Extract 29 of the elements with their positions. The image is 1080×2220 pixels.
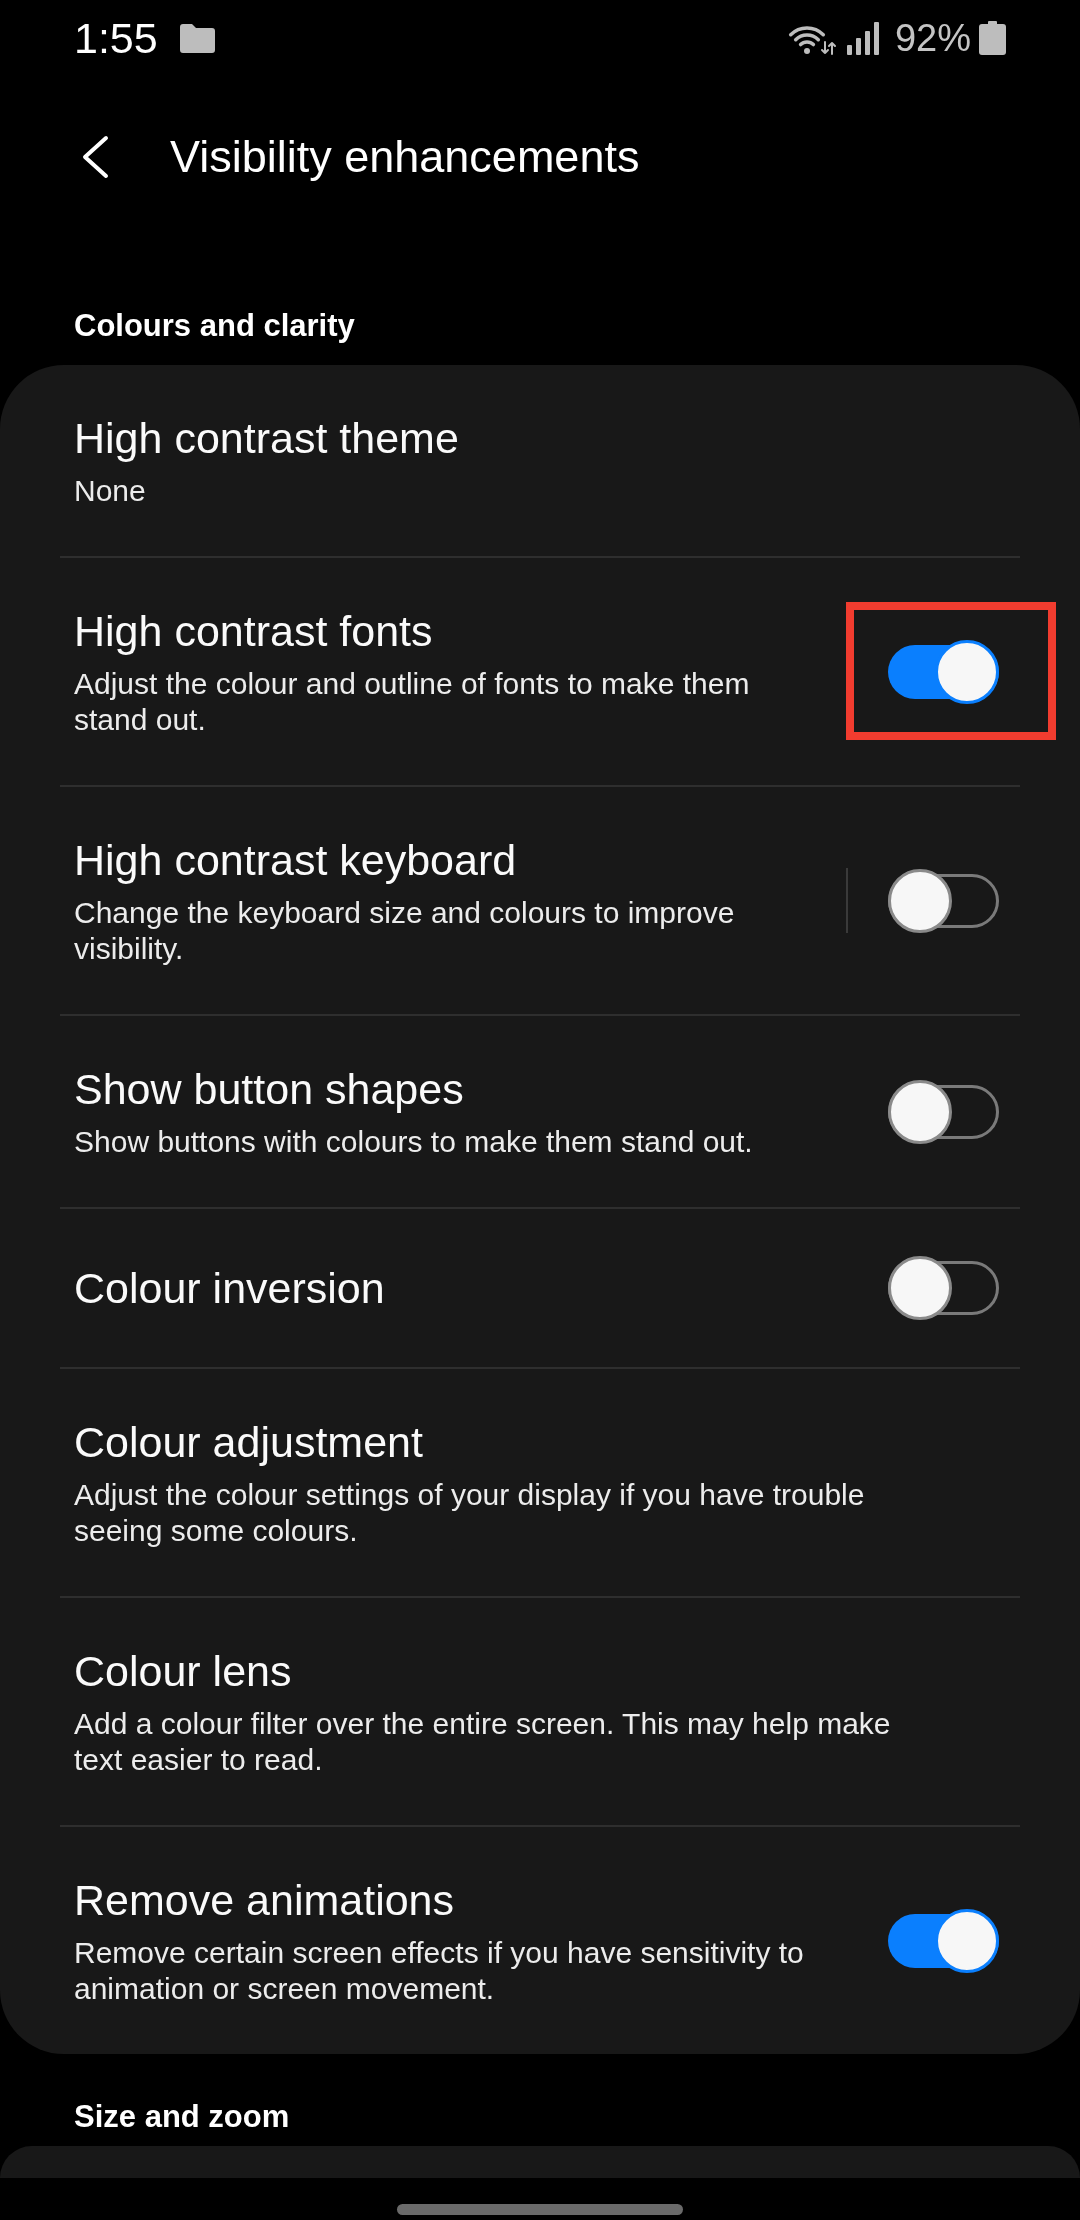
setting-description: Remove certain screen effects if you have sensitivity to animation or screen movement.: [74, 1935, 805, 2007]
toggle-switch[interactable]: [888, 1908, 999, 1973]
setting-title[interactable]: High contrast theme: [74, 412, 459, 464]
battery-icon: [979, 21, 1006, 55]
setting-description: Show buttons with colours to make them stand out.: [74, 1124, 753, 1160]
status-time: 1:55: [74, 13, 158, 63]
back-icon[interactable]: [81, 135, 109, 179]
setting-title[interactable]: Colour lens: [74, 1645, 292, 1697]
setting-title[interactable]: Colour inversion: [74, 1262, 385, 1314]
setting-title[interactable]: Colour adjustment: [74, 1416, 423, 1468]
signal-icon: [846, 21, 881, 55]
setting-description: Add a colour filter over the entire screen. This may help make text easier to read.: [74, 1706, 892, 1778]
section-header: Size and zoom: [74, 2098, 290, 2136]
section-header: Colours and clarity: [74, 307, 355, 345]
setting-title[interactable]: High contrast keyboard: [74, 834, 517, 886]
setting-title[interactable]: Remove animations: [74, 1874, 454, 1926]
toggle-switch[interactable]: [888, 868, 999, 933]
setting-description: Adjust the colour and outline of fonts to make them stand out.: [74, 666, 751, 738]
setting-description: Adjust the colour settings of your display if you have trouble seeing some colours.: [74, 1477, 866, 1549]
setting-value: None: [74, 473, 146, 509]
battery-percent: 92%: [894, 16, 971, 60]
folder-icon: [179, 23, 215, 53]
setting-title[interactable]: Show button shapes: [74, 1063, 464, 1115]
page-title: Visibility enhancements: [170, 130, 640, 184]
toggle-switch[interactable]: [888, 1256, 999, 1320]
setting-description: Change the keyboard size and colours to improve visibility.: [74, 895, 736, 967]
toggle-switch[interactable]: [888, 639, 999, 704]
toggle-switch[interactable]: [888, 1079, 999, 1144]
setting-title[interactable]: High contrast fonts: [74, 605, 433, 657]
